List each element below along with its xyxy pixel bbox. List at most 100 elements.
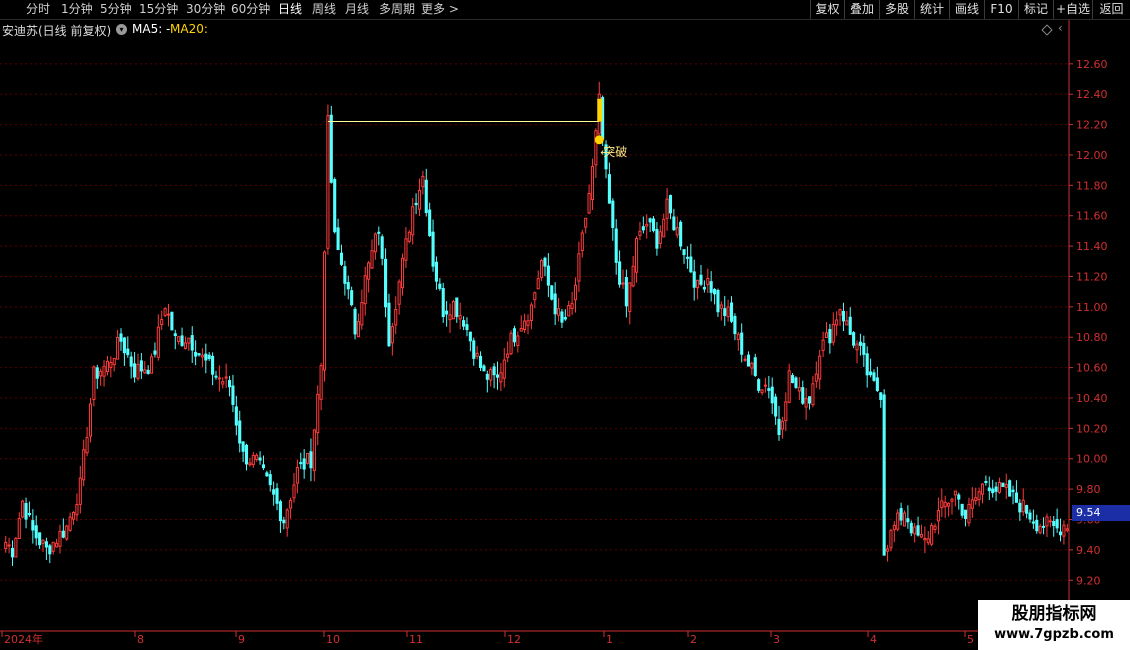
candle-body [947,502,951,507]
candle-body [319,365,323,400]
candle-body [624,277,628,307]
candle-body [896,512,900,530]
candle-body [88,403,93,437]
candle-body [495,374,500,378]
candle-body [133,363,137,378]
candle-body [129,356,133,367]
candle-body [953,490,957,496]
candle-body [763,384,767,387]
candle-body [275,488,279,504]
candle-body [791,375,795,384]
candle-body [862,342,866,355]
candle-body [336,227,340,251]
candle-body [455,297,459,317]
candle-body [204,353,208,361]
candle-body [1008,480,1012,497]
candle-body [441,288,445,318]
candle-body [675,227,679,236]
candle-body [261,464,266,469]
candle-body [919,533,924,538]
candle-body [831,323,835,343]
candle-body [506,353,510,358]
candle-body [4,541,8,550]
candle-body [679,221,683,247]
candle-body [485,373,489,380]
candle-body [99,370,103,377]
candle-body [587,192,591,214]
candle-body [268,474,272,486]
candle-body [618,261,622,285]
candle-body [282,519,286,524]
candle-body [682,249,686,256]
candle-body [777,418,781,435]
candle-body [638,230,642,236]
candle-body [631,265,635,287]
candle-body [767,388,771,391]
candle-body [407,231,411,242]
candle-body [519,328,523,332]
candle-body [339,252,344,265]
candle-body [824,332,829,338]
candle-body [801,387,805,404]
candle-body [1038,525,1042,534]
candle-body [1052,520,1056,527]
candlestick-chart[interactable]: 12.60 12.40 12.20 12.00 11.80 11.60 11.40 11.20… [0,0,1130,650]
candle-body [841,310,846,322]
candle-body [411,206,415,236]
candle-body [536,278,540,290]
candle-body [635,237,639,273]
candle-body [729,302,734,322]
candle-body [377,231,381,234]
candle-body [580,232,584,252]
candle-body [994,486,998,492]
candle-body [672,216,676,231]
candle-body [170,311,174,331]
candle-body [696,279,700,289]
candle-body [187,337,191,344]
candle-body [248,462,252,466]
time-tick-label: 5 [967,633,974,646]
candle-body [970,499,974,509]
candle-body [546,265,550,286]
candle-body [102,365,106,377]
candle-body [136,363,140,379]
candle-body [699,274,703,285]
candle-body [251,454,255,466]
candle-body [173,333,177,337]
candle-body [48,545,52,555]
candle-body [723,308,727,316]
candle-body [302,458,306,470]
candle-body [543,257,547,267]
candle-body [112,357,116,366]
watermark-title: 股朋指标网 [1011,604,1097,624]
candle-body [573,284,578,301]
candle-body [740,332,744,355]
candle-body [146,369,150,374]
candle-body [390,326,394,344]
candle-body [964,509,968,519]
candle-body [55,542,59,548]
candle-body [726,306,730,318]
candle-body [943,501,947,508]
candle-body [197,353,201,356]
candle-body [295,467,299,484]
candle-body [540,260,544,278]
candle-body [621,282,625,285]
candle-body [58,531,62,547]
candle-body [869,371,873,376]
candle-body [753,357,757,376]
price-tick-label: 12.60 [1076,58,1108,71]
candle-body [105,360,109,373]
candle-body [774,396,778,417]
candle-body [214,375,218,378]
candle-body [607,174,611,204]
candle-body [272,489,276,495]
candle-body [1001,482,1005,488]
candle-body [289,499,293,509]
candle-body [1048,520,1052,523]
candle-body [533,292,537,301]
candle-body [804,398,808,408]
candle-body [991,488,995,494]
candle-body [451,301,455,320]
candle-body [194,351,198,357]
